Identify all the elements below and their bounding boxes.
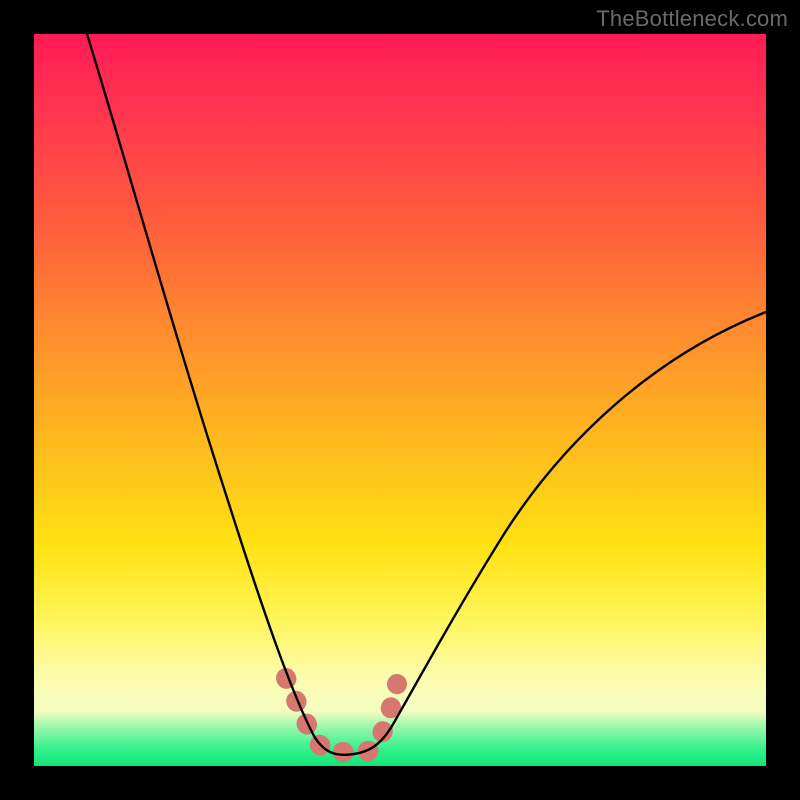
chart-frame: TheBottleneck.com	[0, 0, 800, 800]
curve-layer	[34, 34, 766, 766]
bottleneck-curve	[87, 34, 766, 755]
watermark-text: TheBottleneck.com	[596, 6, 788, 32]
plot-area	[34, 34, 766, 766]
